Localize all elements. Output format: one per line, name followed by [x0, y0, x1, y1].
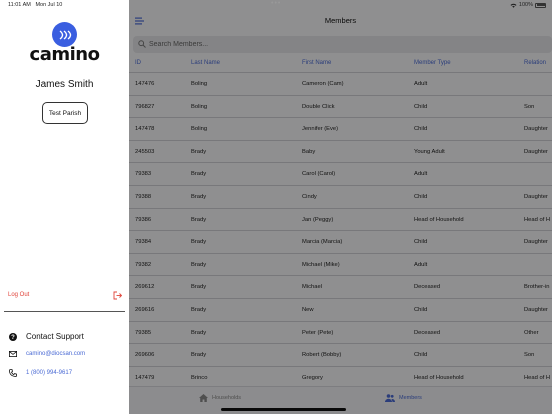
status-bar: 11:01 AM Mon Jul 10 ••• 100% [0, 0, 552, 10]
divider [4, 311, 125, 312]
user-name: James Smith [35, 79, 94, 90]
dim-overlay[interactable] [129, 0, 552, 414]
status-date: Mon Jul 10 [35, 2, 63, 8]
phone-icon [9, 369, 17, 377]
wifi-icon [510, 3, 517, 8]
parish-button[interactable]: Test Parish [42, 102, 88, 124]
status-time-date: 11:01 AM Mon Jul 10 [8, 2, 62, 8]
contact-support-heading: ? Contact Support [9, 332, 84, 341]
battery-percent: 100% [518, 2, 533, 8]
svg-text:?: ? [11, 335, 15, 341]
support-phone-row[interactable]: 1 (800) 994-9617 [9, 369, 72, 377]
status-right: 100% [510, 2, 546, 8]
contact-support-label: Contact Support [26, 332, 84, 341]
support-email-row[interactable]: camino@diocsan.com [9, 351, 85, 357]
support-phone-link[interactable]: 1 (800) 994-9617 [26, 370, 72, 376]
logout-button[interactable]: Log Out [8, 292, 29, 298]
battery-icon [535, 2, 546, 8]
support-email-link[interactable]: camino@diocsan.com [26, 351, 85, 357]
multitasking-dots-icon[interactable]: ••• [271, 0, 281, 7]
status-time: 11:01 AM [8, 2, 31, 8]
envelope-icon [9, 351, 17, 357]
camino-logo-text: camino [29, 44, 100, 65]
sidebar-drawer: camino James Smith Test Parish Log Out ?… [0, 0, 129, 414]
logout-icon[interactable] [113, 291, 122, 300]
help-icon: ? [9, 332, 17, 341]
